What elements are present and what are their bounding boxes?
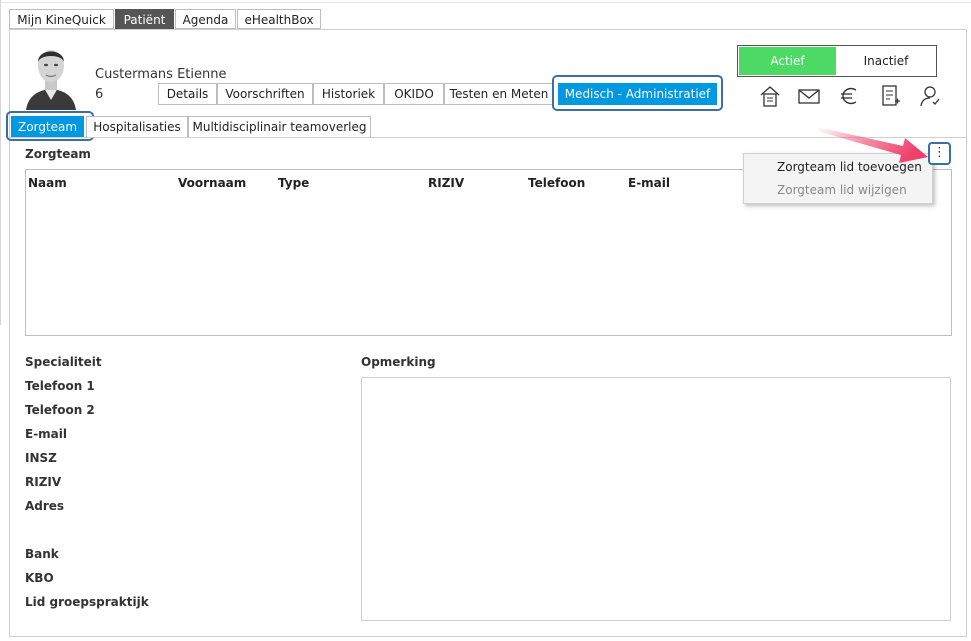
label-lid-groepspraktijk: Lid groepspraktijk xyxy=(25,595,149,609)
window-top-border xyxy=(0,2,971,3)
label-bank: Bank xyxy=(25,547,59,561)
tab-mijn-kinequick[interactable]: Mijn KineQuick xyxy=(9,9,114,29)
euro-icon[interactable] xyxy=(838,84,862,108)
tab-medisch-administratief[interactable]: Medisch - Administratief xyxy=(558,83,717,105)
patient-number: 6 xyxy=(95,87,104,102)
column-header-email[interactable]: E-mail xyxy=(628,176,670,190)
column-header-naam[interactable]: Naam xyxy=(28,176,67,190)
house-document-icon[interactable] xyxy=(758,84,782,108)
column-header-voornaam[interactable]: Voornaam xyxy=(178,176,246,190)
tab-ehealthbox[interactable]: eHealthBox xyxy=(237,9,321,29)
mail-icon[interactable] xyxy=(797,84,821,108)
tab-okido[interactable]: OKIDO xyxy=(384,83,444,105)
tab-multidisciplinair-teamoverleg[interactable]: Multidisciplinair teamoverleg xyxy=(188,116,371,138)
tab-hospitalisaties[interactable]: Hospitalisaties xyxy=(86,116,188,138)
tab-patient[interactable]: Patiënt xyxy=(115,9,174,29)
status-toggle: Actief Inactief xyxy=(737,45,937,77)
more-options-button[interactable]: ⋮ xyxy=(928,142,951,165)
tab-zorgteam[interactable]: Zorgteam xyxy=(11,116,84,138)
user-icon[interactable] xyxy=(918,84,942,108)
annotation-arrow xyxy=(817,127,928,163)
label-email: E-mail xyxy=(25,427,68,441)
document-icon[interactable] xyxy=(878,84,902,108)
label-specialiteit: Specialiteit xyxy=(25,355,102,369)
tab-agenda[interactable]: Agenda xyxy=(175,9,236,29)
menu-item-edit-member: Zorgteam lid wijzigen xyxy=(777,183,907,197)
label-riziv: RIZIV xyxy=(25,475,62,489)
label-kbo: KBO xyxy=(25,571,54,585)
tab-historiek[interactable]: Historiek xyxy=(313,83,384,105)
column-header-type[interactable]: Type xyxy=(278,176,309,190)
status-active-button[interactable]: Actief xyxy=(739,47,836,75)
tab-testen-en-meten[interactable]: Testen en Meten xyxy=(444,83,554,105)
column-header-telefoon[interactable]: Telefoon xyxy=(528,176,585,190)
column-header-riziv[interactable]: RIZIV xyxy=(428,176,464,190)
window-left-border xyxy=(0,0,1,325)
patient-name: Custermans Etienne xyxy=(95,67,227,82)
label-insz: INSZ xyxy=(25,451,57,465)
label-telefoon-1: Telefoon 1 xyxy=(25,379,95,393)
remark-textarea[interactable] xyxy=(361,377,951,621)
tab-voorschriften[interactable]: Voorschriften xyxy=(217,83,313,105)
label-telefoon-2: Telefoon 2 xyxy=(25,403,95,417)
remark-title: Opmerking xyxy=(361,355,436,369)
status-inactive-button[interactable]: Inactief xyxy=(836,47,936,75)
zorgteam-title: Zorgteam xyxy=(25,147,91,161)
label-adres: Adres xyxy=(25,499,65,513)
patient-avatar xyxy=(24,40,78,110)
tab-details[interactable]: Details xyxy=(158,83,217,105)
